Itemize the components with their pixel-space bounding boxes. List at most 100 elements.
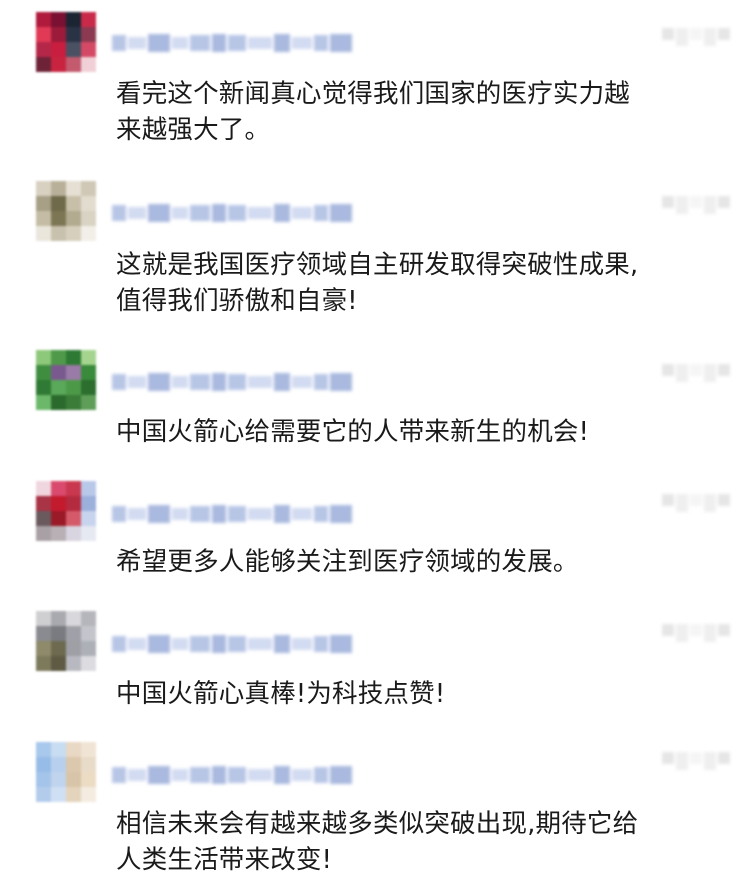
avatar-pixel (66, 350, 81, 365)
avatar[interactable] (36, 350, 96, 410)
avatar-pixel (66, 365, 81, 380)
avatar-pixel (36, 641, 51, 656)
avatar-pixel (51, 496, 66, 511)
avatar-pixel (66, 656, 81, 671)
avatar-pixel (81, 211, 96, 226)
avatar-pixel (51, 196, 66, 211)
avatar-pixel (36, 496, 51, 511)
username-pixelated[interactable] (112, 201, 360, 225)
avatar-pixel (66, 57, 81, 72)
avatar-pixel (66, 12, 81, 27)
comment-meta-pixelated (662, 364, 732, 388)
username-pixelated[interactable] (112, 370, 360, 394)
avatar-pixel (51, 211, 66, 226)
avatar-pixel (66, 395, 81, 410)
avatar-pixel (51, 757, 66, 772)
comment-text: 希望更多人能够关注到医疗领域的发展。 (116, 547, 579, 577)
avatar-pixel (51, 350, 66, 365)
avatar-pixel (81, 641, 96, 656)
avatar-pixel (81, 395, 96, 410)
avatar[interactable] (36, 181, 96, 241)
avatar-pixel (36, 380, 51, 395)
comment-text: 中国火箭心真棒!为科技点赞! (116, 679, 446, 709)
avatar-pixel (36, 481, 51, 496)
avatar-pixel (36, 742, 51, 757)
username-pixelated[interactable] (112, 763, 360, 787)
avatar-pixel (81, 181, 96, 196)
avatar-pixel (36, 27, 51, 42)
avatar-pixel (66, 27, 81, 42)
avatar[interactable] (36, 12, 96, 72)
avatar-pixel (36, 181, 51, 196)
avatar-pixel (66, 380, 81, 395)
avatar-pixel (51, 511, 66, 526)
avatar-pixel (51, 395, 66, 410)
avatar-pixel (81, 772, 96, 787)
avatar-pixel (81, 380, 96, 395)
comment-text: 这就是我国医疗领域自主研发取得突破性成果, 值得我们骄傲和自豪! (116, 250, 639, 316)
avatar-pixel (81, 656, 96, 671)
avatar-pixel (36, 787, 51, 802)
avatar-pixel (81, 787, 96, 802)
avatar[interactable] (36, 611, 96, 671)
avatar-pixel (36, 350, 51, 365)
avatar-pixel (51, 226, 66, 241)
avatar-pixel (66, 772, 81, 787)
avatar-pixel (81, 350, 96, 365)
username-pixelated[interactable] (112, 502, 360, 526)
avatar-pixel (36, 757, 51, 772)
avatar-pixel (81, 196, 96, 211)
avatar[interactable] (36, 481, 96, 541)
username-pixelated[interactable] (112, 632, 360, 656)
avatar-pixel (81, 611, 96, 626)
avatar-pixel (36, 511, 51, 526)
comment-meta-pixelated (662, 624, 732, 648)
avatar-pixel (81, 226, 96, 241)
avatar-pixel (66, 226, 81, 241)
avatar-pixel (36, 12, 51, 27)
avatar-pixel (36, 611, 51, 626)
avatar-pixel (36, 365, 51, 380)
avatar-pixel (51, 365, 66, 380)
avatar-pixel (51, 626, 66, 641)
avatar-pixel (51, 481, 66, 496)
avatar-pixel (36, 772, 51, 787)
comment-meta-pixelated (662, 28, 732, 52)
comment-text: 看完这个新闻真心觉得我们国家的医疗实力越 来越强大了。 (116, 79, 631, 145)
avatar-pixel (81, 42, 96, 57)
avatar-pixel (51, 611, 66, 626)
avatar-pixel (36, 57, 51, 72)
avatar-pixel (66, 757, 81, 772)
avatar-pixel (81, 626, 96, 641)
avatar-pixel (66, 42, 81, 57)
avatar-pixel (51, 787, 66, 802)
avatar-pixel (51, 181, 66, 196)
avatar-pixel (51, 772, 66, 787)
avatar-pixel (51, 656, 66, 671)
avatar-pixel (81, 481, 96, 496)
avatar-pixel (66, 211, 81, 226)
comment-text: 中国火箭心给需要它的人带来新生的机会! (116, 417, 590, 447)
avatar-pixel (51, 12, 66, 27)
avatar-pixel (66, 611, 81, 626)
avatar-pixel (51, 42, 66, 57)
avatar-pixel (36, 196, 51, 211)
avatar-pixel (66, 787, 81, 802)
avatar-pixel (36, 42, 51, 57)
avatar-pixel (51, 526, 66, 541)
avatar-pixel (66, 196, 81, 211)
avatar-pixel (36, 526, 51, 541)
avatar-pixel (81, 742, 96, 757)
avatar-pixel (36, 656, 51, 671)
avatar-pixel (81, 12, 96, 27)
comment-meta-pixelated (662, 494, 732, 518)
comment-meta-pixelated (662, 752, 732, 776)
avatar-pixel (66, 511, 81, 526)
username-pixelated[interactable] (112, 31, 360, 55)
avatar-pixel (81, 365, 96, 380)
avatar-pixel (81, 57, 96, 72)
avatar-pixel (81, 27, 96, 42)
avatar[interactable] (36, 742, 96, 802)
avatar-pixel (51, 641, 66, 656)
comment-text: 相信未来会有越来越多类似突破出现,期待它给 人类生活带来改变! (116, 809, 639, 875)
